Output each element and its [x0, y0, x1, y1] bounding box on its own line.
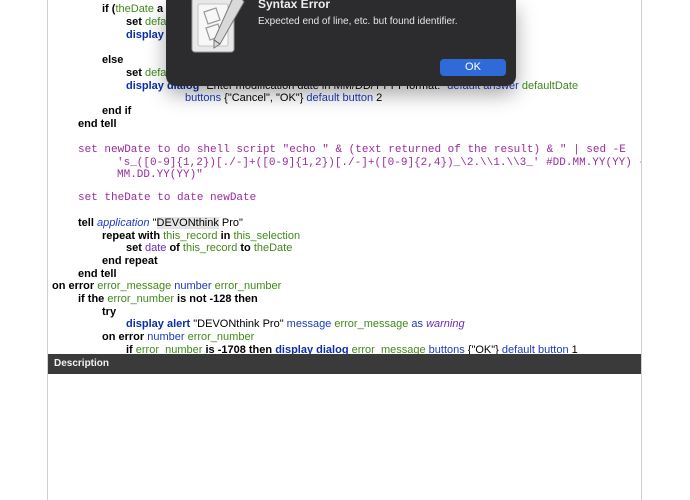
code-token: set [126, 16, 145, 28]
code-token: error_message [334, 318, 409, 330]
code-token: set theDate to date newDate [78, 192, 257, 204]
code-token: -128 [209, 293, 232, 305]
code-token: as [408, 318, 427, 330]
code-token: {"OK"} [464, 344, 499, 354]
code-line: display alert "DEVONthink Pro" message e… [126, 318, 465, 330]
code-token: repeat with [102, 230, 164, 242]
code-line: tell application "DEVONthink Pro" [78, 217, 243, 229]
code-line: on error error_message number error_numb… [52, 280, 281, 292]
code-line: set defa [126, 67, 166, 79]
script-editor-icon [191, 0, 245, 53]
code-token: if [126, 344, 136, 354]
code-token: date [144, 242, 167, 254]
code-token: 2 [373, 92, 383, 104]
code-line: on error number error_number [102, 331, 254, 343]
code-token: display alert [126, 318, 191, 330]
code-token: if ( [102, 3, 116, 15]
code-token: error_number [135, 344, 203, 354]
code-token: theDate [115, 3, 154, 15]
code-token: try [102, 306, 117, 318]
code-line: buttons {"Cancel", "OK"} default button … [185, 92, 382, 104]
code-token: error_message [97, 280, 172, 292]
code-token: set [126, 67, 145, 79]
code-token: tell [78, 217, 97, 229]
code-token: error_number [214, 280, 282, 292]
code-token: "DEVONthink Pro" [190, 318, 284, 330]
code-token: this_record [182, 242, 238, 254]
description-label: Description [54, 358, 110, 369]
code-line: end repeat [102, 255, 158, 267]
code-token: display [126, 29, 164, 41]
code-token: Pro" [218, 217, 243, 229]
code-token: set [126, 242, 145, 254]
code-token: defa [144, 16, 167, 28]
code-line: if the error_number is not -128 then [78, 293, 258, 305]
code-token: is -1708 then [202, 344, 276, 354]
code-line: set defa [126, 16, 166, 28]
code-token: error_number [187, 331, 255, 343]
code-line: end tell [78, 118, 117, 130]
code-token: error_message [348, 344, 426, 354]
code-token: this_selection [233, 230, 301, 242]
code-token: buttons [425, 344, 465, 354]
ok-button[interactable]: OK [440, 59, 506, 76]
code-line: set date of this_record to theDate [126, 242, 292, 254]
code-token: a [153, 3, 164, 15]
syntax-error-alert: Syntax Error Expected end of line, etc. … [166, 0, 516, 86]
code-line: else [102, 54, 123, 66]
code-token: on error [102, 331, 148, 343]
code-token: this_record [163, 230, 218, 242]
code-token: defaultDate [518, 80, 579, 92]
code-token: end tell [78, 268, 117, 280]
code-token: number [171, 280, 215, 292]
code-token: end repeat [102, 255, 158, 267]
code-token: theDate [253, 242, 293, 254]
code-token: message [283, 318, 335, 330]
code-token: DEVONthink [156, 217, 219, 229]
code-line: set theDate to date newDate [78, 191, 256, 204]
description-pane[interactable] [48, 374, 641, 500]
code-token: in [217, 230, 234, 242]
code-line: end if [102, 105, 131, 117]
alert-title: Syntax Error [258, 0, 331, 11]
code-line: if (theDate a [102, 3, 163, 15]
code-token: end if [102, 105, 132, 117]
code-line: repeat with this_record in this_selectio… [102, 230, 300, 242]
description-header: Description [48, 354, 641, 374]
code-token: default button [498, 344, 569, 354]
code-token: number [147, 331, 188, 343]
code-line: if error_number is -1708 then display di… [126, 344, 578, 354]
code-token: 1 [568, 344, 578, 354]
alert-message: Expected end of line, etc. but found ide… [258, 16, 458, 27]
code-token: error_number [107, 293, 174, 305]
code-token: MM.DD.YY(YY)" [117, 169, 203, 181]
code-token: {"Cancel", "OK"} [221, 92, 304, 104]
code-token: default button [303, 92, 374, 104]
code-token: warning [426, 318, 465, 330]
code-token: application [96, 217, 150, 229]
code-token: to [237, 242, 254, 254]
code-token: set newDate to do shell script "echo " &… [78, 144, 626, 156]
code-token: end tell [78, 118, 117, 130]
code-token: display dialog [275, 344, 349, 354]
code-line: end tell [78, 268, 117, 280]
code-line: set newDate to do shell script "echo " &… [78, 143, 626, 156]
code-token: of [166, 242, 183, 254]
code-line: MM.DD.YY(YY)" [117, 168, 203, 181]
code-token: then [231, 293, 258, 305]
code-token: defa [144, 67, 167, 79]
code-token: is not [173, 293, 210, 305]
code-token: buttons [185, 92, 222, 104]
code-token: " [149, 217, 157, 229]
code-token: on error [52, 280, 98, 292]
code-token: if the [78, 293, 108, 305]
code-token: else [102, 54, 124, 66]
code-line: try [102, 306, 116, 318]
